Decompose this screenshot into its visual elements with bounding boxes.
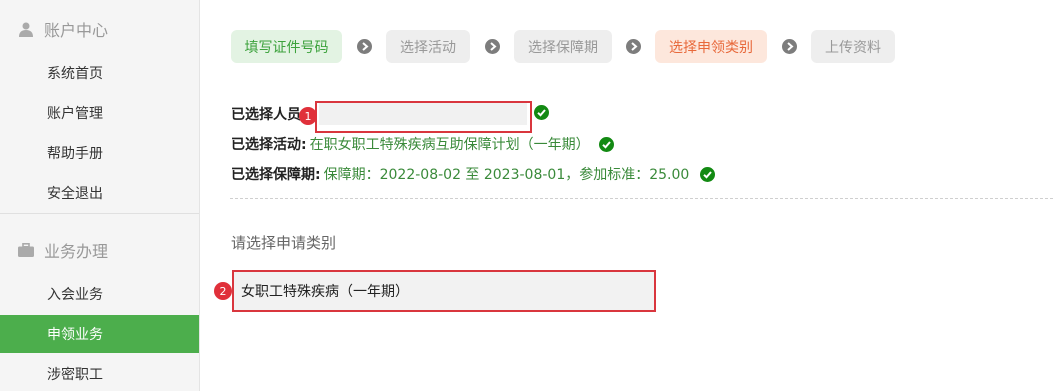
highlight-box-person [315,101,532,133]
selected-period-label: 已选择保障期: [231,167,321,183]
step-label: 填写证件号码 [244,39,329,56]
selected-activity-row: 已选择活动: 在职女职工特殊疾病互助保障计划（一年期） [231,134,614,154]
annotation-badge-2: 2 [214,282,232,300]
check-circle-icon [598,136,614,152]
selected-person-row: 已选择人员 [231,104,301,124]
sidebar-header-business: 业务办理 [0,230,200,270]
sidebar-item-account-management[interactable]: 账户管理 [0,94,199,132]
selected-period-value: 保障期：2022-08-02 至 2023-08-01，参加标准：25.00 [323,167,690,183]
step-label: 选择保障期 [528,39,598,56]
sidebar-item-classified-staff[interactable]: 涉密职工 [0,355,199,391]
step-label: 选择申领类别 [669,39,753,56]
sidebar-item-label: 入会业务 [47,287,103,303]
selected-person-label: 已选择人员 [231,107,301,123]
sidebar-item-label: 账户管理 [47,106,103,122]
step-upload-documents[interactable]: 上传资料 [811,30,895,63]
step-enter-id[interactable]: 填写证件号码 [231,30,342,63]
user-icon [18,21,34,37]
sidebar-item-logout[interactable]: 安全退出 [0,174,199,212]
arrow-right-icon [782,39,797,54]
sidebar: 账户中心 系统首页 账户管理 帮助手册 安全退出 业务办理 入会业务 申领业务 … [0,0,200,391]
sidebar-item-label: 涉密职工 [47,367,103,383]
sidebar-header-account: 账户中心 [0,9,200,49]
check-circle-icon [700,166,716,182]
section-divider [230,198,1053,199]
arrow-right-icon [626,39,641,54]
briefcase-icon [18,242,34,258]
selected-activity-label: 已选择活动: [231,137,307,153]
sidebar-item-label: 帮助手册 [47,146,103,162]
selected-period-row: 已选择保障期: 保障期：2022-08-02 至 2023-08-01，参加标准… [231,164,716,184]
category-section-title: 请选择申请类别 [231,234,337,252]
step-label: 上传资料 [825,39,881,56]
sidebar-item-label: 申领业务 [47,327,103,343]
sidebar-item-home[interactable]: 系统首页 [0,54,199,92]
arrow-right-icon [357,39,372,54]
sidebar-item-label: 系统首页 [47,66,103,82]
step-label: 选择活动 [400,39,456,56]
sidebar-divider [0,213,199,214]
highlight-box-category [232,270,656,312]
step-select-period[interactable]: 选择保障期 [514,30,612,63]
sidebar-item-label: 安全退出 [47,186,103,202]
sidebar-item-membership[interactable]: 入会业务 [0,275,199,313]
step-select-activity[interactable]: 选择活动 [386,30,470,63]
sidebar-header-business-label: 业务办理 [44,242,109,261]
step-select-category[interactable]: 选择申领类别 [655,30,767,63]
arrow-right-icon [485,39,500,54]
sidebar-header-account-label: 账户中心 [44,21,109,40]
check-circle-icon [534,105,549,120]
sidebar-item-claim[interactable]: 申领业务 [0,315,199,353]
annotation-badge-1: 1 [299,107,317,125]
sidebar-item-help[interactable]: 帮助手册 [0,134,199,172]
selected-activity-value: 在职女职工特殊疾病互助保障计划（一年期） [309,137,590,153]
